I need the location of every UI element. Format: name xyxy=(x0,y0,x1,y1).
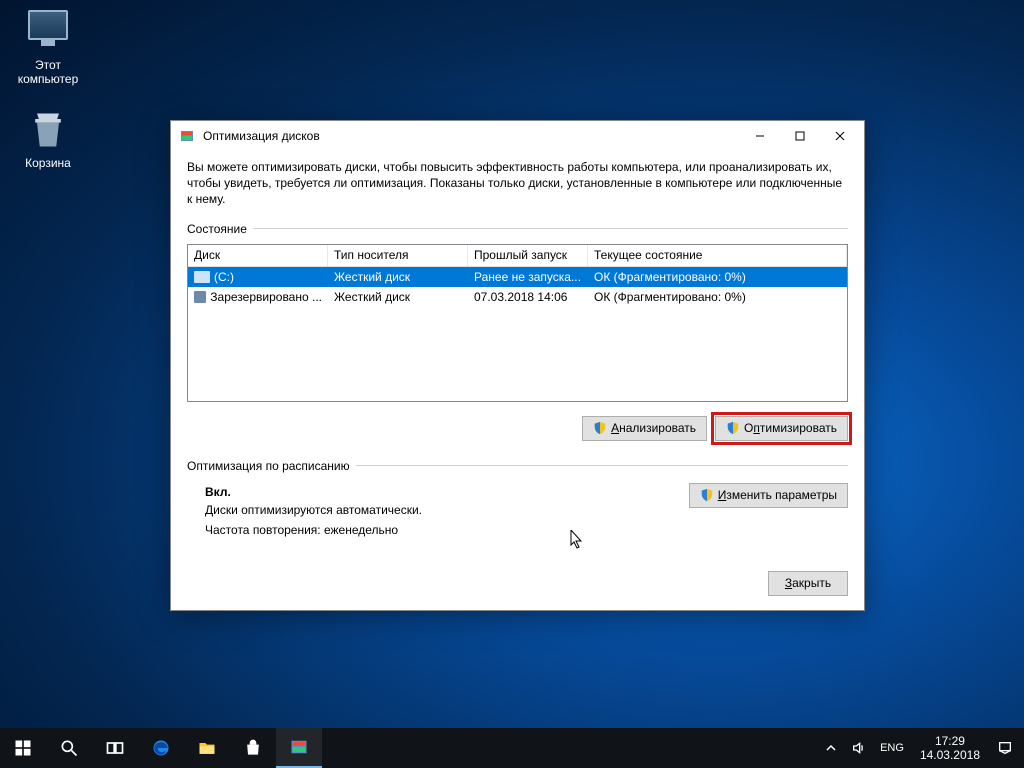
pc-icon xyxy=(26,10,70,54)
desktop-icon-label: Корзина xyxy=(25,156,71,170)
titlebar[interactable]: Оптимизация дисков xyxy=(171,121,864,151)
clock[interactable]: 17:29 14.03.2018 xyxy=(912,734,988,763)
button-label: Оптимизировать xyxy=(744,421,837,435)
schedule-section-label: Оптимизация по расписанию xyxy=(187,459,350,473)
disk-icon xyxy=(194,291,206,303)
cell-current: ОК (Фрагментировано: 0%) xyxy=(588,268,847,286)
change-settings-button[interactable]: Изменить параметры xyxy=(689,483,848,508)
drives-table[interactable]: Диск Тип носителя Прошлый запуск Текущее… xyxy=(187,244,848,402)
bin-icon xyxy=(26,108,70,152)
shield-icon xyxy=(593,421,607,435)
taskbar-app-edge[interactable] xyxy=(138,728,184,768)
cell-media: Жесткий диск xyxy=(328,268,468,286)
col-current[interactable]: Текущее состояние xyxy=(588,245,847,266)
taskbar-app-explorer[interactable] xyxy=(184,728,230,768)
analyze-button[interactable]: Анализировать xyxy=(582,416,707,441)
desktop-icon-this-pc[interactable]: Этот компьютер xyxy=(10,10,86,86)
description-text: Вы можете оптимизировать диски, чтобы по… xyxy=(187,159,848,208)
schedule-desc: Диски оптимизируются автоматически. xyxy=(205,503,689,517)
schedule-status: Вкл. xyxy=(205,485,689,499)
cell-last: 07.03.2018 14:06 xyxy=(468,288,588,306)
cell-disk: Зарезервировано ... xyxy=(210,290,322,304)
close-dialog-button[interactable]: Закрыть xyxy=(768,571,848,596)
button-label: Анализировать xyxy=(611,421,696,435)
app-icon xyxy=(179,128,195,144)
minimize-button[interactable] xyxy=(740,122,780,150)
start-button[interactable] xyxy=(0,728,46,768)
clock-time: 17:29 xyxy=(920,734,980,748)
window-title: Оптимизация дисков xyxy=(203,129,740,143)
taskbar-app-store[interactable] xyxy=(230,728,276,768)
clock-date: 14.03.2018 xyxy=(920,748,980,762)
table-row[interactable]: (C:) Жесткий диск Ранее не запуска... ОК… xyxy=(188,267,847,287)
shield-icon xyxy=(726,421,740,435)
status-section-label: Состояние xyxy=(187,222,247,236)
cell-disk: (C:) xyxy=(214,270,234,284)
table-header: Диск Тип носителя Прошлый запуск Текущее… xyxy=(188,245,847,267)
desktop-icon-recycle-bin[interactable]: Корзина xyxy=(10,108,86,170)
col-last[interactable]: Прошлый запуск xyxy=(468,245,588,266)
task-view-button[interactable] xyxy=(92,728,138,768)
language-indicator[interactable]: ENG xyxy=(874,742,910,754)
taskbar-app-optimize[interactable] xyxy=(276,728,322,768)
close-button[interactable] xyxy=(820,122,860,150)
table-row[interactable]: Зарезервировано ... Жесткий диск 07.03.2… xyxy=(188,287,847,307)
cell-last: Ранее не запуска... xyxy=(468,268,588,286)
col-disk[interactable]: Диск xyxy=(188,245,328,266)
tray-up-icon[interactable] xyxy=(818,728,844,768)
button-label: Изменить параметры xyxy=(718,488,837,502)
action-center-icon[interactable] xyxy=(990,740,1020,756)
volume-icon[interactable] xyxy=(846,728,872,768)
taskbar[interactable]: ENG 17:29 14.03.2018 xyxy=(0,728,1024,768)
shield-icon xyxy=(700,488,714,502)
desktop-icon-label: Этот компьютер xyxy=(18,58,79,86)
schedule-freq: Частота повторения: еженедельно xyxy=(205,523,689,537)
col-media[interactable]: Тип носителя xyxy=(328,245,468,266)
button-label: Закрыть xyxy=(785,576,831,590)
divider xyxy=(253,228,848,229)
cell-media: Жесткий диск xyxy=(328,288,468,306)
optimize-button[interactable]: Оптимизировать xyxy=(715,416,848,441)
search-button[interactable] xyxy=(46,728,92,768)
maximize-button[interactable] xyxy=(780,122,820,150)
optimize-drives-dialog: Оптимизация дисков Вы можете оптимизиров… xyxy=(170,120,865,611)
cell-current: ОК (Фрагментировано: 0%) xyxy=(588,288,847,306)
divider xyxy=(356,465,848,466)
disk-icon xyxy=(194,271,210,283)
